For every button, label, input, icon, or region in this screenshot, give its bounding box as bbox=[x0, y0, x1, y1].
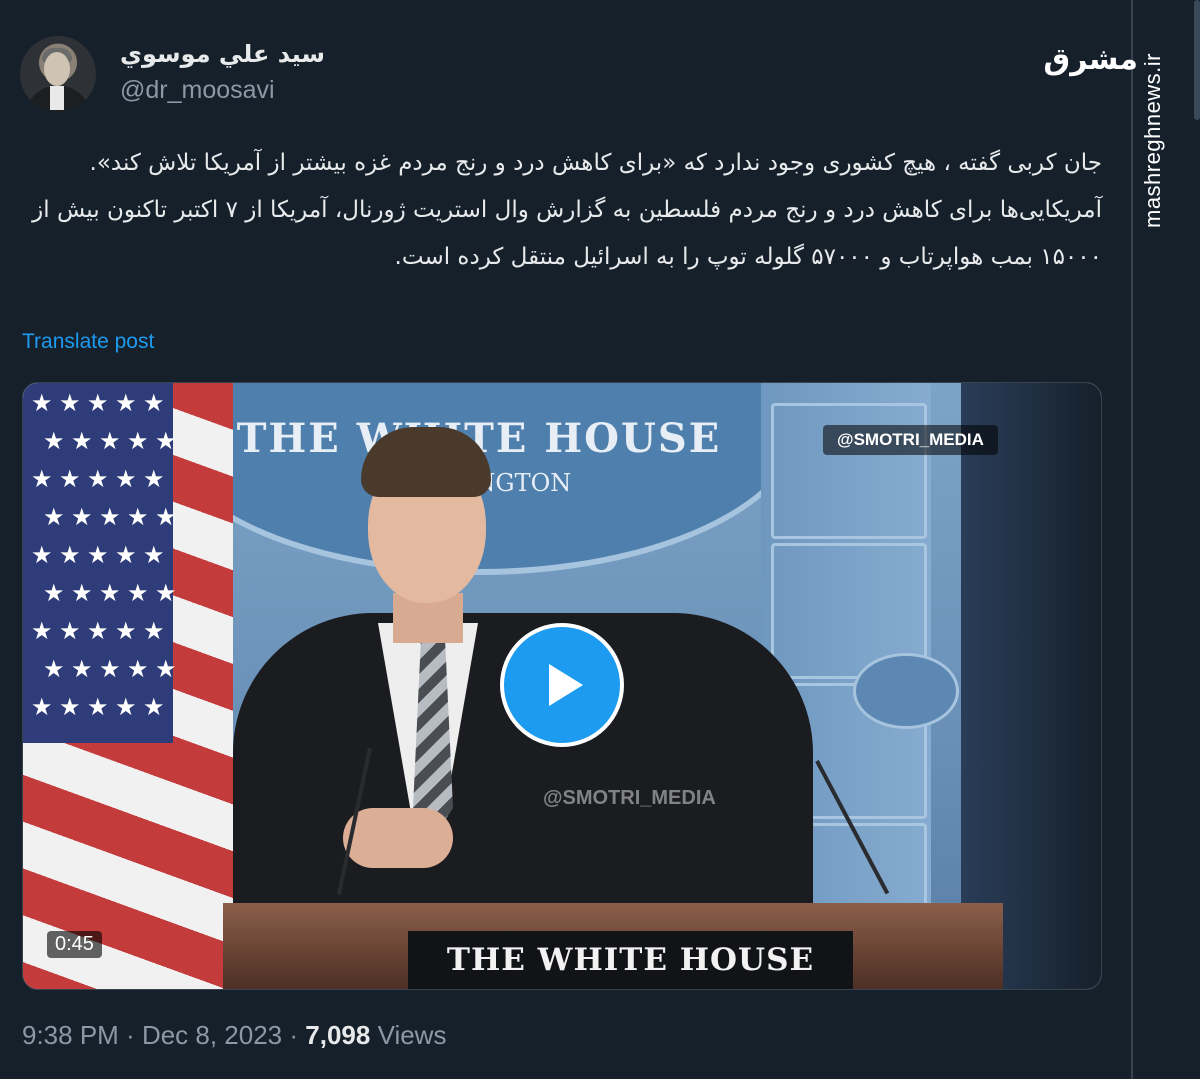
flag-star: ★ bbox=[115, 693, 137, 721]
views-count: 7,098 bbox=[305, 1020, 371, 1050]
flag-star: ★ bbox=[127, 427, 149, 455]
flag-star: ★ bbox=[59, 693, 81, 721]
mashregh-logo: مشرق bbox=[1043, 42, 1138, 77]
flag-star: ★ bbox=[31, 465, 53, 493]
flag-star: ★ bbox=[71, 427, 93, 455]
tweet-meta: 9:38 PM · Dec 8, 2023 · 7,098 Views bbox=[22, 1020, 446, 1051]
flag-star: ★ bbox=[87, 693, 109, 721]
avatar-shirt bbox=[50, 86, 64, 110]
tweet-text: جان کربی گفته ، هیچ کشوری وجود ندارد که … bbox=[32, 150, 1102, 270]
flag-star: ★ bbox=[115, 541, 137, 569]
flag-star: ★ bbox=[43, 655, 65, 683]
video-watermark-top: @SMOTRI_MEDIA bbox=[823, 425, 998, 455]
translate-post-link[interactable]: Translate post bbox=[22, 330, 154, 354]
author-handle[interactable]: @dr_moosavi bbox=[120, 76, 275, 105]
flag-star: ★ bbox=[71, 503, 93, 531]
flag-star: ★ bbox=[143, 465, 165, 493]
flag-star: ★ bbox=[155, 579, 177, 607]
flag-star: ★ bbox=[43, 503, 65, 531]
flag-star: ★ bbox=[115, 389, 137, 417]
tweet-time[interactable]: 9:38 PM bbox=[22, 1020, 119, 1050]
flag-star: ★ bbox=[71, 655, 93, 683]
video-player[interactable]: THE WHITE HOUSE WASHINGTON ★★★★★★★★★★★★★… bbox=[22, 382, 1102, 990]
flag-star: ★ bbox=[59, 465, 81, 493]
avatar[interactable] bbox=[20, 36, 96, 112]
flag-star: ★ bbox=[43, 579, 65, 607]
tweet-date[interactable]: Dec 8, 2023 bbox=[142, 1020, 282, 1050]
tweet-frame: سيد علي موسوي @dr_moosavi جان کربی گفته … bbox=[0, 0, 1130, 1079]
flag-star: ★ bbox=[99, 427, 121, 455]
flag-star: ★ bbox=[155, 427, 177, 455]
flag-star: ★ bbox=[99, 655, 121, 683]
flag-star: ★ bbox=[155, 503, 177, 531]
flag-star: ★ bbox=[99, 503, 121, 531]
flag-star: ★ bbox=[87, 465, 109, 493]
flag-star: ★ bbox=[87, 617, 109, 645]
podium-sign: THE WHITE HOUSE bbox=[408, 931, 853, 989]
play-button[interactable] bbox=[500, 623, 624, 747]
mashregh-url: mashreghnews.ir bbox=[1140, 52, 1165, 228]
flag-star: ★ bbox=[31, 541, 53, 569]
flag-star: ★ bbox=[115, 617, 137, 645]
flag-star: ★ bbox=[127, 655, 149, 683]
play-icon bbox=[549, 664, 583, 706]
scrollbar[interactable] bbox=[1194, 0, 1200, 120]
flag-star: ★ bbox=[31, 389, 53, 417]
flag-star: ★ bbox=[59, 389, 81, 417]
flag-star: ★ bbox=[99, 579, 121, 607]
flag-star: ★ bbox=[143, 693, 165, 721]
flag-star: ★ bbox=[143, 389, 165, 417]
meta-separator: · bbox=[118, 1020, 142, 1050]
flag-star: ★ bbox=[43, 427, 65, 455]
flag-star: ★ bbox=[115, 465, 137, 493]
flag-star: ★ bbox=[59, 541, 81, 569]
flag-star: ★ bbox=[31, 693, 53, 721]
flag-star: ★ bbox=[59, 617, 81, 645]
flag-star: ★ bbox=[87, 541, 109, 569]
author-name[interactable]: سيد علي موسوي bbox=[120, 40, 325, 68]
speaker-hand bbox=[343, 808, 453, 868]
column-divider bbox=[1131, 0, 1133, 1079]
flag-star: ★ bbox=[155, 655, 177, 683]
avatar-head bbox=[44, 52, 70, 86]
backdrop-dark-edge bbox=[961, 383, 1101, 989]
views-label: Views bbox=[377, 1020, 447, 1050]
flag-star: ★ bbox=[127, 503, 149, 531]
meta-separator: · bbox=[282, 1020, 306, 1050]
flag-star: ★ bbox=[143, 541, 165, 569]
flag-star: ★ bbox=[143, 617, 165, 645]
mini-seal bbox=[853, 653, 959, 729]
flag-star: ★ bbox=[31, 617, 53, 645]
speaker-hair bbox=[361, 427, 491, 497]
us-flag: ★ ★ ★ ★ ★ ★ ★ ★ ★ ★ ★ ★ ★ ★ ★ ★ ★ ★ ★ ★ ★ ★ ★ ★ ★ ★ ★ ★ ★ ★ ★ ★ ★ ★ ★ ★ ★ ★ ★ ★… bbox=[23, 383, 233, 989]
video-duration: 0:45 bbox=[47, 931, 102, 958]
flag-star: ★ bbox=[127, 579, 149, 607]
flag-star: ★ bbox=[71, 579, 93, 607]
flag-star: ★ bbox=[87, 389, 109, 417]
video-watermark-mid: @SMOTRI_MEDIA bbox=[543, 787, 716, 809]
